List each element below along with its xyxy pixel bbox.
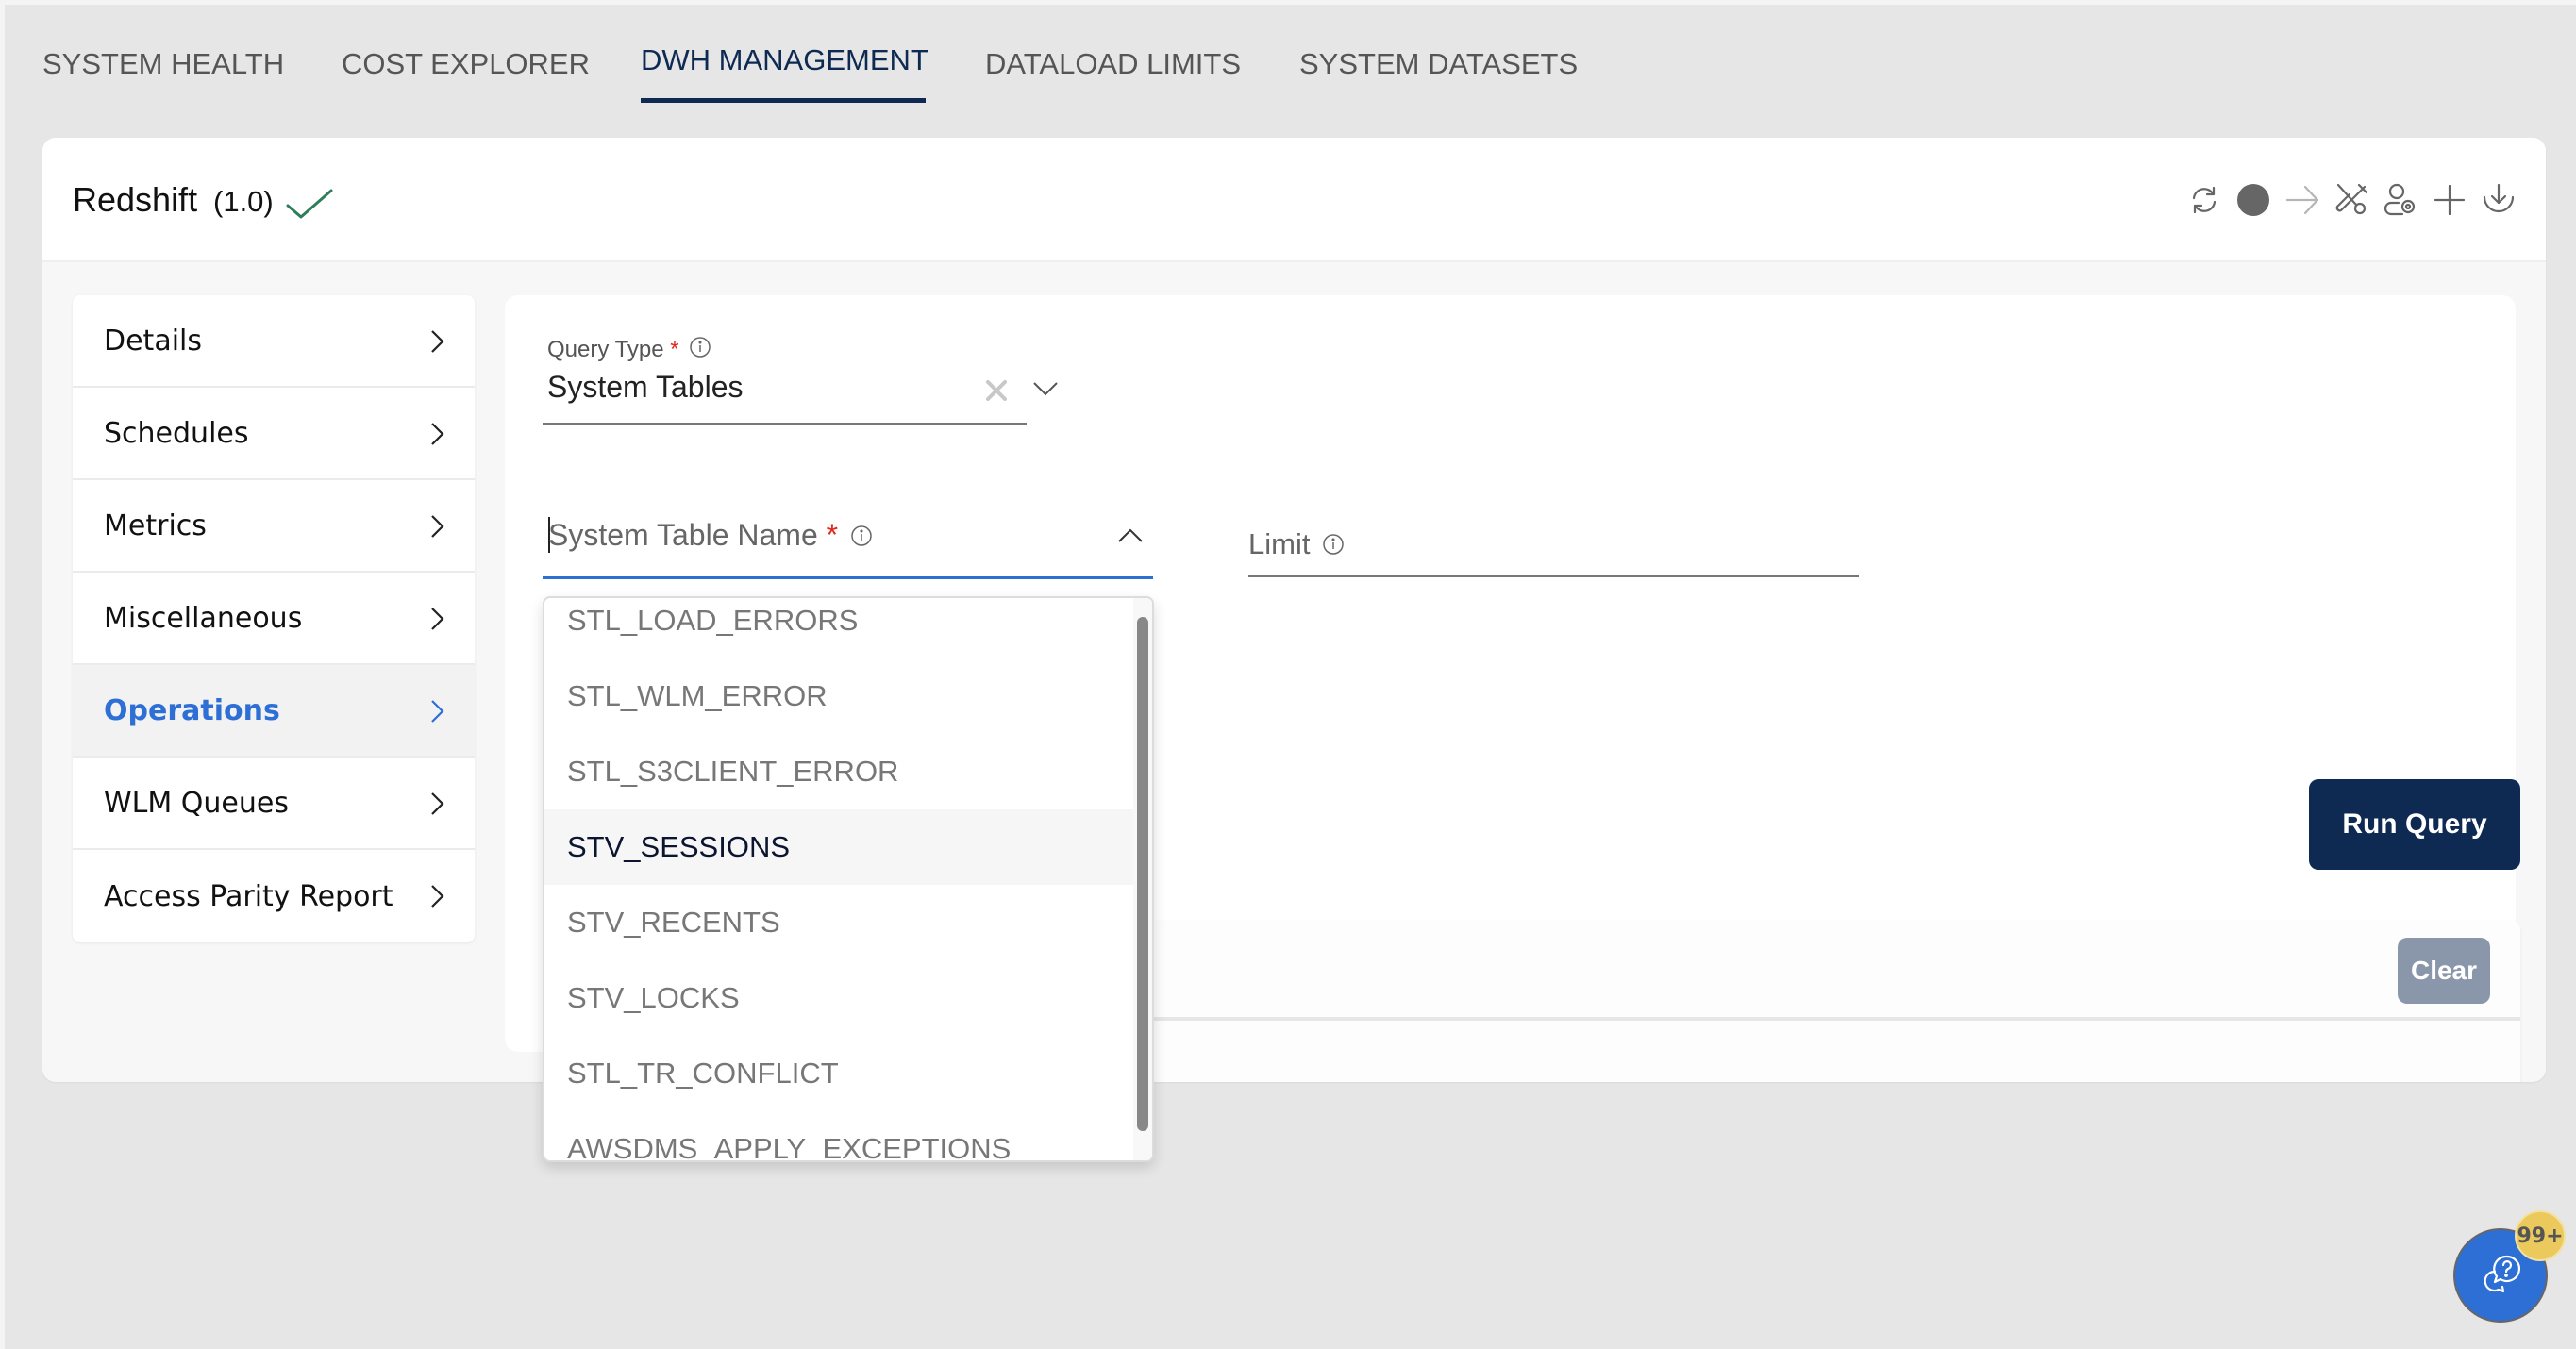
dropdown-option[interactable]: STV_SESSIONS — [544, 809, 1152, 885]
clear-button[interactable]: Clear — [2398, 938, 2490, 1004]
sidebar-item-label: Access Parity Report — [104, 879, 393, 913]
user-settings-icon — [2384, 183, 2416, 216]
chevron-right-icon — [431, 515, 444, 538]
limit-label-text: Limit — [1248, 527, 1311, 560]
dropdown-option[interactable]: STV_LOCKS — [544, 960, 1152, 1036]
tab-dwh-management[interactable]: DWH MANAGEMENT — [641, 43, 928, 77]
tab-dataload-limits[interactable]: DATALOAD LIMITS — [985, 47, 1241, 81]
dropdown-option[interactable]: AWSDMS_APPLY_EXCEPTIONS — [544, 1111, 1152, 1160]
chevron-right-icon — [431, 792, 444, 815]
sidebar-item-label: Operations — [104, 693, 280, 727]
sidebar-item-label: Metrics — [104, 508, 207, 542]
chevron-right-icon — [431, 423, 444, 445]
help-chat-icon — [2484, 1255, 2520, 1293]
top-tabs: SYSTEM HEALTH COST EXPLORER DWH MANAGEME… — [0, 0, 2576, 108]
query-type-label: Query Type * — [547, 336, 711, 363]
tab-system-datasets[interactable]: SYSTEM DATASETS — [1299, 47, 1578, 81]
dropdown-option[interactable]: STV_RECENTS — [544, 885, 1152, 960]
download-icon — [2483, 183, 2515, 213]
sidebar-item-schedules[interactable]: Schedules — [73, 388, 475, 480]
dropdown-scrollbar-track[interactable] — [1133, 598, 1152, 1160]
info-icon[interactable] — [850, 525, 873, 547]
notification-badge: 99+ — [2515, 1210, 2566, 1261]
chevron-right-icon — [431, 608, 444, 630]
chevron-up-icon[interactable] — [1116, 525, 1145, 546]
sidebar-item-label: WLM Queues — [104, 786, 289, 820]
tab-cost-explorer[interactable]: COST EXPLORER — [342, 47, 590, 81]
status-dot-icon — [2237, 184, 2269, 216]
sidebar-item-operations[interactable]: Operations — [73, 665, 475, 758]
chevron-right-icon — [431, 885, 444, 908]
status-dot-button[interactable] — [2234, 180, 2272, 220]
system-table-dropdown: STL_LOAD_ERRORS STL_WLM_ERROR STL_S3CLIE… — [543, 596, 1154, 1162]
run-query-button[interactable]: Run Query — [2309, 779, 2520, 870]
chevron-down-icon[interactable] — [1031, 378, 1060, 399]
warehouse-card: Redshift (1.0) Details Schedules Metrics… — [42, 138, 2546, 1082]
sidebar-item-label: Miscellaneous — [104, 601, 303, 635]
query-type-underline — [543, 423, 1027, 425]
add-button[interactable] — [2431, 180, 2468, 220]
refresh-icon — [2192, 186, 2216, 214]
sidebar-item-access-parity-report[interactable]: Access Parity Report — [73, 850, 475, 942]
required-mark: * — [670, 337, 679, 362]
query-type-select[interactable]: System Tables — [547, 370, 744, 405]
system-table-name-label-text: System Table Name — [548, 518, 818, 552]
info-icon[interactable] — [1322, 533, 1345, 556]
sidebar-item-metrics[interactable]: Metrics — [73, 480, 475, 573]
system-table-name-underline — [543, 576, 1153, 579]
window-left-edge — [0, 0, 5, 1349]
chevron-right-icon — [431, 700, 444, 723]
arrow-right-icon — [2285, 185, 2319, 215]
sidebar-item-wlm-queues[interactable]: WLM Queues — [73, 758, 475, 850]
plus-icon — [2434, 184, 2466, 216]
required-mark: * — [826, 518, 839, 552]
sidebar-item-label: Details — [104, 324, 203, 358]
dropdown-option[interactable]: STL_WLM_ERROR — [544, 658, 1152, 734]
card-toolbar — [2185, 180, 2517, 220]
tools-button[interactable] — [2333, 180, 2370, 220]
active-tab-indicator — [641, 98, 926, 103]
card-header: Redshift (1.0) — [42, 138, 2546, 262]
system-table-name-input[interactable]: System Table Name * — [543, 503, 1153, 579]
limit-underline — [1248, 575, 1859, 577]
warehouse-title: Redshift — [73, 180, 198, 219]
dropdown-option[interactable]: STL_TR_CONFLICT — [544, 1036, 1152, 1111]
tab-system-health[interactable]: SYSTEM HEALTH — [42, 47, 284, 81]
dropdown-option[interactable]: STL_LOAD_ERRORS — [544, 598, 1152, 658]
tools-icon — [2335, 183, 2368, 215]
dropdown-scrollbar-thumb[interactable] — [1137, 617, 1148, 1131]
warehouse-version: (1.0) — [213, 185, 274, 218]
download-button[interactable] — [2480, 180, 2517, 220]
system-table-name-label: System Table Name * — [548, 518, 873, 553]
section-sidebar: Details Schedules Metrics Miscellaneous … — [73, 295, 475, 942]
forward-button[interactable] — [2283, 180, 2321, 220]
limit-input[interactable]: Limit — [1248, 512, 1859, 578]
limit-label: Limit — [1248, 527, 1345, 561]
checkmark-icon — [286, 189, 333, 219]
sidebar-item-label: Schedules — [104, 416, 249, 450]
info-icon[interactable] — [689, 336, 711, 358]
chevron-right-icon — [431, 330, 444, 353]
user-settings-button[interactable] — [2382, 180, 2419, 220]
dropdown-options: STL_LOAD_ERRORS STL_WLM_ERROR STL_S3CLIE… — [544, 598, 1152, 1160]
sidebar-item-details[interactable]: Details — [73, 295, 475, 388]
sidebar-item-miscellaneous[interactable]: Miscellaneous — [73, 573, 475, 665]
query-type-label-text: Query Type — [547, 337, 664, 362]
clear-selection-icon[interactable] — [983, 371, 1010, 408]
refresh-button[interactable] — [2185, 180, 2223, 220]
dropdown-option[interactable]: STL_S3CLIENT_ERROR — [544, 734, 1152, 809]
